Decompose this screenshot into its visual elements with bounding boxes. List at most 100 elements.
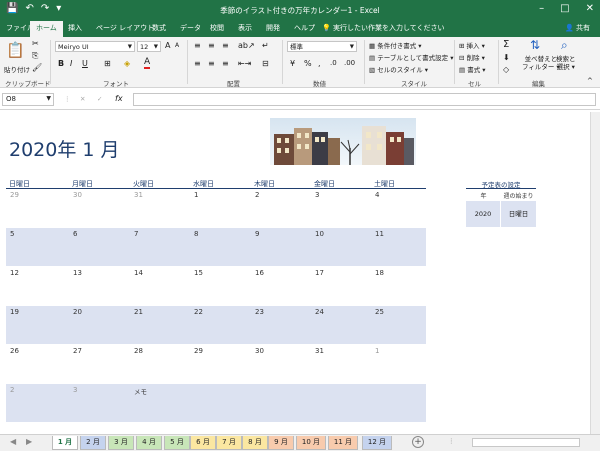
day-cell[interactable]: 20 — [73, 308, 82, 316]
find-select-icon[interactable]: ⌕ — [561, 38, 568, 53]
day-cell[interactable]: 19 — [10, 308, 19, 316]
currency-icon[interactable]: ¥ — [290, 59, 295, 68]
decimal-icon[interactable]: .0 — [330, 59, 337, 67]
week-start-cell[interactable]: 日曜日 — [501, 201, 536, 227]
percent-icon[interactable]: % — [304, 59, 312, 68]
sheet-tab[interactable]: 2 月 — [80, 436, 106, 450]
align-right-icon[interactable]: ≡ — [222, 59, 229, 68]
shrink-font-icon[interactable]: A — [175, 42, 179, 49]
tab-insert[interactable]: 挿入 — [68, 23, 82, 33]
tab-view[interactable]: 表示 — [238, 23, 252, 33]
memo-label[interactable]: メモ — [134, 386, 147, 396]
worksheet[interactable]: 2020年 1 月 日曜日 月曜日 火曜日 水曜日 木曜日 金曜日 土曜日 29… — [0, 112, 590, 434]
font-name-combo[interactable]: Meiryo UI ▼ — [55, 41, 135, 52]
sort-filter-icon[interactable]: ⇅ — [530, 38, 540, 52]
day-cell[interactable]: 27 — [73, 347, 82, 355]
enter-icon[interactable]: ✓ — [97, 95, 102, 103]
paste-icon[interactable]: 📋 — [6, 41, 25, 59]
conditional-format-button[interactable]: ▦ 条件付き書式 ▾ — [369, 40, 422, 50]
italic-button[interactable]: I — [70, 59, 72, 68]
day-cell[interactable]: 23 — [255, 308, 264, 316]
day-cell[interactable]: 29 — [10, 191, 19, 199]
day-cell[interactable]: 8 — [194, 230, 198, 238]
day-cell[interactable]: 5 — [10, 230, 14, 238]
autosum-icon[interactable]: Σ — [503, 39, 509, 50]
wrap-text-icon[interactable]: ↵ — [262, 41, 269, 50]
day-cell[interactable]: 16 — [255, 269, 264, 277]
decimal-decrease-icon[interactable]: .00 — [344, 59, 355, 67]
day-cell[interactable]: 3 — [73, 386, 77, 394]
sheet-tab[interactable]: 4 月 — [136, 436, 162, 450]
copy-icon[interactable]: ⎘ — [32, 51, 38, 61]
day-cell[interactable]: 7 — [134, 230, 138, 238]
minimize-icon[interactable]: – — [539, 3, 544, 14]
day-cell[interactable]: 30 — [255, 347, 264, 355]
cell-styles-button[interactable]: ▧ セルのスタイル ▾ — [369, 64, 428, 74]
day-cell[interactable]: 11 — [375, 230, 384, 238]
border-icon[interactable]: ⊞ — [104, 59, 111, 68]
tab-data[interactable]: データ — [180, 23, 201, 33]
share-button[interactable]: 👤 共有 — [565, 23, 590, 33]
day-cell[interactable]: 31 — [134, 191, 143, 199]
fx-icon[interactable]: fx — [115, 94, 123, 103]
day-cell[interactable]: 4 — [375, 191, 379, 199]
cancel-icon[interactable]: ✕ — [80, 95, 85, 103]
fill-color-icon[interactable]: ◈ — [124, 59, 130, 68]
prev-sheet-icon[interactable]: ◀ — [10, 437, 16, 446]
day-cell[interactable]: 12 — [10, 269, 19, 277]
align-top-icon[interactable]: ≡ — [194, 41, 201, 50]
sheet-tab[interactable]: 11 月 — [328, 436, 358, 450]
align-middle-icon[interactable]: ≡ — [208, 41, 215, 50]
tab-review[interactable]: 校閲 — [210, 23, 224, 33]
day-cell[interactable]: 22 — [194, 308, 203, 316]
next-sheet-icon[interactable]: ▶ — [26, 437, 32, 446]
grow-font-icon[interactable]: A — [165, 41, 170, 50]
vertical-scrollbar[interactable] — [590, 112, 600, 434]
day-cell[interactable]: 24 — [315, 308, 324, 316]
number-format-combo[interactable]: 標準 ▼ — [287, 41, 357, 52]
merge-center-icon[interactable]: ⊟ — [262, 59, 269, 68]
paste-button[interactable]: 貼り付け — [4, 64, 30, 74]
sheet-tab[interactable]: 12 月 — [362, 436, 392, 450]
day-cell[interactable]: 6 — [73, 230, 77, 238]
day-cell[interactable]: 17 — [315, 269, 324, 277]
sheet-tab[interactable]: 6 月 — [190, 436, 216, 450]
name-box[interactable]: O8 ▼ — [2, 93, 54, 106]
sheet-tab[interactable]: 3 月 — [108, 436, 134, 450]
day-cell[interactable]: 31 — [315, 347, 324, 355]
comma-icon[interactable]: , — [318, 59, 321, 68]
day-cell[interactable]: 29 — [194, 347, 203, 355]
day-cell[interactable]: 25 — [375, 308, 384, 316]
tab-home[interactable]: ホーム — [30, 21, 63, 37]
clear-icon[interactable]: ◇ — [503, 65, 509, 74]
day-cell[interactable]: 10 — [315, 230, 324, 238]
day-cell[interactable]: 14 — [134, 269, 143, 277]
format-painter-icon[interactable]: 🖌 — [32, 63, 42, 72]
sheet-tab[interactable]: 8 月 — [242, 436, 268, 450]
day-cell[interactable]: 1 — [375, 347, 379, 355]
tab-help[interactable]: ヘルプ — [294, 23, 315, 33]
font-size-combo[interactable]: 12 ▼ — [137, 41, 161, 52]
collapse-ribbon-icon[interactable]: ^ — [587, 77, 593, 85]
align-left-icon[interactable]: ≡ — [194, 59, 201, 68]
orientation-icon[interactable]: ab↗ — [238, 41, 255, 50]
tab-developer[interactable]: 開発 — [266, 23, 280, 33]
insert-cells-button[interactable]: ⊞ 挿入 ▾ — [459, 40, 485, 50]
align-center-icon[interactable]: ≡ — [208, 59, 215, 68]
day-cell[interactable]: 30 — [73, 191, 82, 199]
indent-icon[interactable]: ⇤⇥ — [238, 59, 251, 68]
font-color-icon[interactable]: A — [144, 58, 151, 69]
tab-formulas[interactable]: 数式 — [152, 23, 166, 33]
close-icon[interactable]: ✕ — [586, 3, 594, 14]
format-cells-button[interactable]: ▤ 書式 ▾ — [459, 64, 486, 74]
restore-icon[interactable]: □ — [560, 3, 569, 14]
sheet-tab[interactable]: 5 月 — [164, 436, 190, 450]
add-sheet-button[interactable]: + — [412, 436, 424, 448]
day-cell[interactable]: 21 — [134, 308, 143, 316]
cut-icon[interactable]: ✂ — [32, 39, 39, 48]
tab-page-layout[interactable]: ページ レイアウト — [96, 23, 154, 33]
sort-filter-button[interactable]: 並べ替えと フィルター ▾ — [522, 55, 560, 71]
find-select-button[interactable]: 検索と 選択 ▾ — [556, 55, 576, 71]
day-cell[interactable]: 26 — [10, 347, 19, 355]
bold-button[interactable]: B — [58, 59, 64, 68]
